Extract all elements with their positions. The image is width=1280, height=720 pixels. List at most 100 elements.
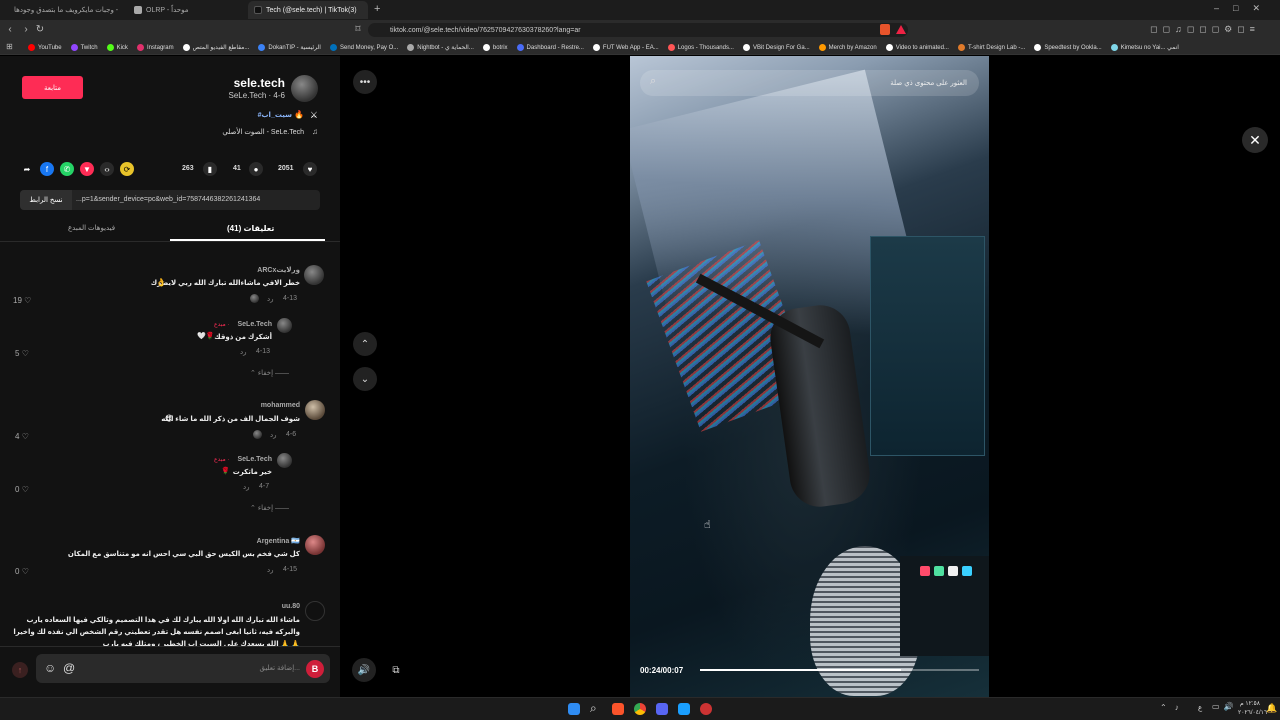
bookmark-item[interactable]: DokanTIP - الرئيسية [258,44,321,51]
bookmark-item[interactable]: VBit Design For Ga... [742,44,810,51]
commenter-avatar[interactable] [305,535,325,555]
emoji-icon[interactable]: ☺ [44,661,56,675]
tab-comments[interactable]: تعليقات (41) [227,224,274,233]
heart-outline-icon[interactable]: ♡ [22,567,29,576]
system-tray-icons[interactable]: ⌃♪ [1160,703,1187,712]
discord-icon[interactable] [656,703,668,715]
brave-rewards-icon[interactable] [896,25,906,34]
reply-link[interactable]: رد [270,431,277,439]
network-volume-icons[interactable]: ▭🔊 [1212,702,1238,711]
video-player[interactable]: ⌕ العثور على محتوى ذي صلة 00:24/00:07 [630,56,989,697]
comment-like-count[interactable]: 0 ♡ [15,567,29,576]
bookmark-item[interactable]: Video to animated... [885,44,949,51]
hide-replies-link[interactable]: ⌃ إخفاء —— [250,369,289,377]
commenter-name[interactable]: uu.80 [282,603,300,610]
follow-button[interactable]: متابعة [22,76,83,99]
creator-name[interactable]: sele.tech [234,76,285,90]
caption-hashtag[interactable]: #سيت_اب [258,111,292,119]
previous-video-button[interactable]: ⌃ [353,332,377,356]
video-search-input[interactable]: العثور على محتوى ذي صلة [890,79,967,87]
comment-like-count[interactable]: 4 ♡ [15,432,29,441]
bookmark-icon[interactable]: ⌑ [352,24,364,36]
heart-outline-icon[interactable]: ♡ [24,296,31,305]
clock-time[interactable]: ١٢:٥٨ م [1240,700,1260,707]
bookmark-item[interactable]: Speedtest by Ookla... [1034,44,1102,51]
reply-author[interactable]: SeLe.Tech [238,456,273,463]
heart-outline-icon[interactable]: ♡ [22,485,29,494]
share-arrow-icon[interactable]: ➦ [20,162,34,176]
tab-creator-videos[interactable]: فيديوهات المبدع [68,224,115,232]
bookmark-item[interactable]: Nightbot - الحماية ي... [407,44,474,51]
video-progress-bar[interactable] [700,669,979,671]
more-options-icon[interactable]: ••• [353,70,377,94]
bookmark-item[interactable]: FUT Web App - EA... [592,44,659,51]
share-gold-icon[interactable]: ⟳ [120,162,134,176]
bookmark-item[interactable]: YouTube [28,44,62,51]
reply-link[interactable]: رد [267,566,274,574]
window-controls[interactable]: –□✕ [1214,3,1274,14]
video-search-bar[interactable]: ⌕ العثور على محتوى ذي صلة [640,70,979,96]
volume-icon[interactable]: 🔊 [352,658,376,682]
bookmark-item[interactable]: Merch by Amazon [818,44,877,51]
steam-icon[interactable] [678,703,690,715]
embed-icon[interactable]: ‹› [100,162,114,176]
next-video-button[interactable]: ⌄ [353,367,377,391]
brave-shield-icon[interactable] [880,24,890,35]
close-button[interactable]: ✕ [1242,127,1268,153]
commenter-name[interactable]: mohammed [261,402,300,409]
start-icon[interactable] [568,703,580,715]
commenter-name[interactable]: Argentina 🇦🇷 [257,537,300,545]
reply-avatar[interactable] [277,318,292,333]
bookmark-item[interactable]: Kick [106,44,128,51]
back-icon[interactable]: ‹ [4,24,16,36]
user-avatar[interactable]: B [306,660,324,678]
url-field[interactable]: tiktok.com/@sele.tech/video/762570942763… [368,23,908,37]
browser-tab-active[interactable]: Tech (@sele.tech) | TikTok(3) [248,1,368,19]
bookmark-item[interactable]: Dashboard - Restre... [516,44,584,51]
copy-link-button[interactable]: نسخ الرابط [20,190,72,210]
reply-like-count[interactable]: 0 ♡ [15,485,29,494]
reply-link[interactable]: رد [243,483,250,491]
hide-replies-link[interactable]: ⌃ إخفاء —— [250,504,289,512]
bookmark-item[interactable]: Instagram [136,44,174,51]
clock-date[interactable]: ٢٠٢٦/٠٤/١٦ [1238,709,1267,716]
commenter-avatar[interactable] [305,400,325,420]
comment-like-count[interactable]: 19 ♡ [13,296,31,305]
commenter-avatar[interactable] [304,265,324,285]
bookmark-item[interactable]: Send Money, Pay O... [329,44,398,51]
reply-like-count[interactable]: 5 ♡ [15,349,29,358]
browser-tab[interactable]: OLRP - موحداً [128,1,246,19]
apps-grid-icon[interactable]: ⊞ [6,42,13,51]
reply-author[interactable]: SeLe.Tech [238,321,273,328]
extension-icons[interactable]: ◻◻♫◻◻◻⚙◻≡ [1150,24,1260,35]
brave-browser-icon[interactable] [612,703,624,715]
notifications-icon[interactable]: 🔔 [1266,703,1277,714]
forward-icon[interactable]: › [20,24,32,36]
bookmark-item[interactable]: Twitch [70,44,98,51]
send-to-friends-icon[interactable]: ▼ [80,162,94,176]
commenter-name[interactable]: ARCxورلايت [257,266,300,274]
bookmark-item[interactable]: T-shirt Design Lab -... [957,44,1025,51]
sound-label[interactable]: الصوت الأصلي - SeLe.Tech [222,128,304,136]
chrome-icon[interactable] [634,703,646,715]
facebook-icon[interactable]: f [40,162,54,176]
like-icon[interactable]: ♥ [303,162,317,176]
bookmark-icon[interactable]: ▮ [203,162,217,176]
creator-avatar[interactable] [291,75,318,102]
reply-link[interactable]: رد [267,295,274,303]
obs-icon[interactable] [700,703,712,715]
send-comment-button[interactable]: ↑ [12,662,28,678]
video-link-text[interactable]: ...p=1&sender_device=pc&web_id=758744638… [76,196,260,203]
picture-in-picture-icon[interactable]: ⧉ [384,658,408,682]
new-tab-button[interactable]: + [374,3,380,15]
commenter-avatar[interactable] [305,601,325,621]
reply-avatar[interactable] [277,453,292,468]
bookmark-item[interactable]: مقاطع الفيديو المتص... [182,44,249,51]
whatsapp-icon[interactable]: ✆ [60,162,74,176]
heart-outline-icon[interactable]: ♡ [22,432,29,441]
heart-outline-icon[interactable]: ♡ [22,349,29,358]
comment-icon[interactable]: ● [249,162,263,176]
bookmark-item[interactable]: Logos - Thousands... [667,44,734,51]
reply-link[interactable]: رد [240,348,247,356]
mention-icon[interactable]: @ [63,661,75,675]
